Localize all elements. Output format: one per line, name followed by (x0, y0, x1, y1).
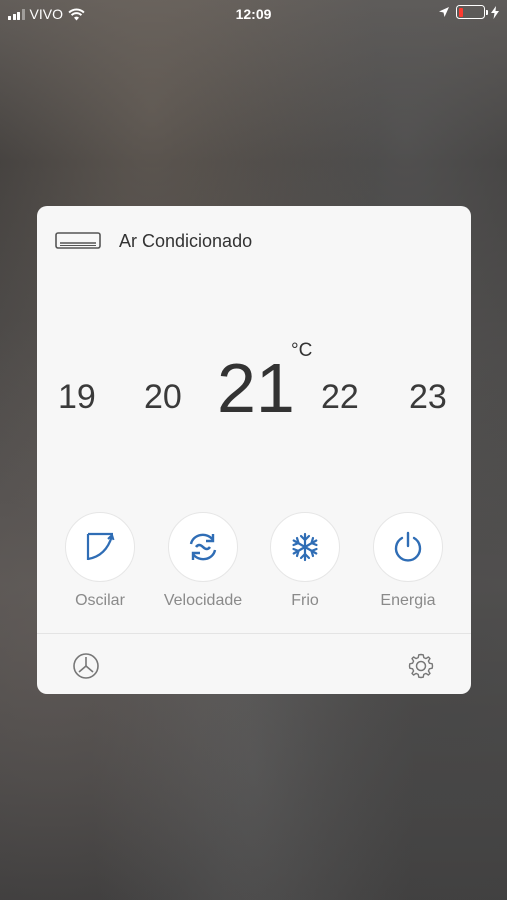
battery-icon (456, 5, 488, 19)
temp-option[interactable]: 20 (144, 378, 182, 417)
fan-speed-circle[interactable] (168, 512, 238, 582)
settings-icon[interactable] (407, 652, 435, 680)
cool-mode-label: Frio (291, 592, 319, 609)
cool-mode-button[interactable]: Frio (250, 512, 360, 610)
fan-speed-label: Velocidade (163, 592, 243, 609)
temperature-selector[interactable]: 19 20 21 °C 22 23 (37, 336, 471, 427)
temp-option[interactable]: 19 (58, 378, 96, 417)
footer-divider (37, 633, 471, 634)
air-conditioner-icon (55, 232, 101, 249)
power-icon (394, 531, 422, 562)
power-button[interactable]: Energia (353, 512, 463, 610)
ac-control-card: Ar Condicionado 19 20 21 °C 22 23 Oscila… (37, 206, 471, 694)
charging-icon (491, 5, 499, 19)
swing-icon (86, 532, 115, 561)
swing-label: Oscilar (75, 592, 125, 609)
temp-option[interactable]: 22 (321, 378, 359, 417)
temp-option[interactable]: 23 (409, 378, 447, 417)
fan-speed-button[interactable]: Velocidade (148, 512, 258, 610)
cool-mode-circle[interactable] (270, 512, 340, 582)
device-title: Ar Condicionado (119, 230, 253, 251)
power-label: Energia (380, 592, 436, 609)
swing-circle[interactable] (65, 512, 135, 582)
current-temperature: 21 (217, 349, 295, 427)
swing-button[interactable]: Oscilar (45, 512, 155, 610)
temperature-unit: °C (291, 340, 313, 361)
clock: 12:09 (235, 6, 272, 22)
location-icon (439, 7, 449, 17)
status-right (438, 5, 499, 19)
card-header: Ar Condicionado (55, 230, 252, 252)
status-bar: VIVO 12:09 (0, 0, 507, 28)
battery-level (458, 7, 463, 17)
timer-icon[interactable] (72, 652, 100, 680)
fan-speed-icon (189, 533, 217, 561)
power-circle[interactable] (373, 512, 443, 582)
snowflake-icon (292, 532, 318, 562)
